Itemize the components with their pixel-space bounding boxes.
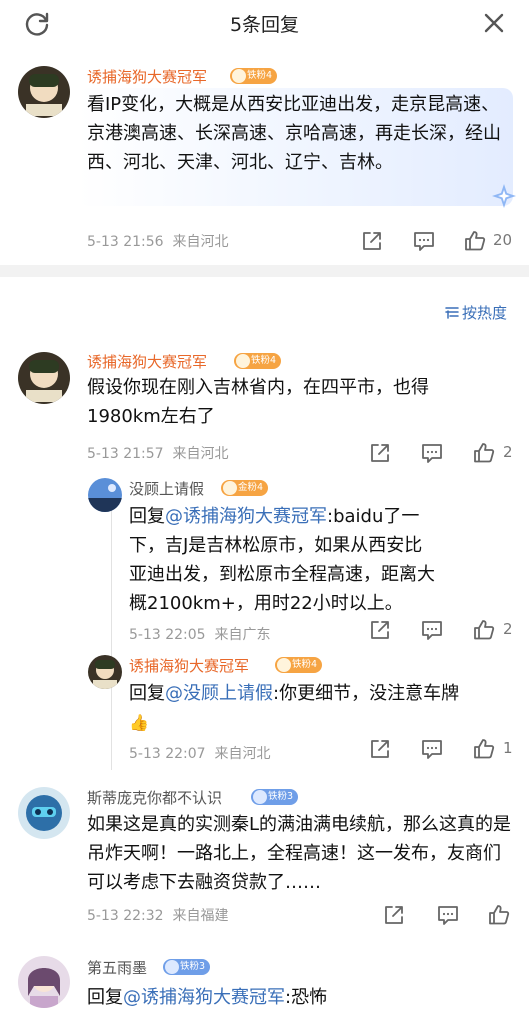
username[interactable]: 诱捕海狗大赛冠军 xyxy=(87,351,207,372)
sparkle-icon xyxy=(492,184,516,208)
avatar[interactable] xyxy=(18,352,70,404)
fan-badge-icon xyxy=(253,790,267,804)
fan-badge-icon xyxy=(236,354,250,368)
thread-line xyxy=(111,480,112,770)
like-count: 1 xyxy=(503,739,513,757)
fan-badge-icon xyxy=(277,658,291,672)
header: 5条回复 xyxy=(0,0,529,48)
comment-text: 假设你现在刚入吉林省内，在四平市，也得1980km左右了 xyxy=(87,377,429,427)
reply-text: 回复@诱捕海狗大赛冠军:baidu了一下，吉J是吉林松原市，如果从西安比亚迪出发… xyxy=(129,506,435,614)
avatar[interactable] xyxy=(18,66,70,118)
share-icon[interactable] xyxy=(368,441,392,465)
comment-icon[interactable] xyxy=(436,903,460,927)
mention-link[interactable]: @诱捕海狗大赛冠军 xyxy=(165,506,327,527)
share-icon[interactable] xyxy=(360,229,384,253)
username[interactable]: 第五雨墨 xyxy=(87,957,147,978)
thumbs-up-emoji: 👍 xyxy=(129,713,149,732)
sort-icon xyxy=(445,307,459,319)
share-icon[interactable] xyxy=(382,903,406,927)
comment-meta: 5-13 22:32 来自福建 xyxy=(87,908,229,924)
reply-text: 回复@诱捕海狗大赛冠军:恐怖 xyxy=(87,987,328,1008)
comment-meta: 5-13 22:05 来自广东 xyxy=(129,627,271,643)
like-icon[interactable] xyxy=(472,737,496,761)
fan-badge: 铁粉4 xyxy=(234,353,282,369)
comment-icon[interactable] xyxy=(420,441,444,465)
username[interactable]: 斯蒂庞克你都不认识 xyxy=(87,787,222,808)
username[interactable]: 诱捕海狗大赛冠军 xyxy=(87,66,207,87)
like-icon[interactable] xyxy=(487,903,511,927)
fan-badge: 铁粉3 xyxy=(251,789,299,805)
like-count: 2 xyxy=(503,443,513,461)
comment-meta: 5-13 21:57 来自河北 xyxy=(87,446,229,462)
like-icon[interactable] xyxy=(463,229,487,253)
comment-icon[interactable] xyxy=(420,737,444,761)
mention-link[interactable]: @诱捕海狗大赛冠军 xyxy=(123,987,285,1008)
comment-meta: 5-13 22:07 来自河北 xyxy=(129,746,271,762)
comment-text: 看IP变化，大概是从西安比亚迪出发，走京昆高速、京港澳高速、长深高速、京哈高速，… xyxy=(87,94,501,173)
avatar[interactable] xyxy=(18,787,70,839)
comment-icon[interactable] xyxy=(420,618,444,642)
fan-badge-icon xyxy=(223,481,237,495)
fan-badge: 铁粉4 xyxy=(275,657,323,673)
fan-badge: 铁粉3 xyxy=(163,959,211,975)
like-icon[interactable] xyxy=(472,618,496,642)
fan-badge: 铁粉4 xyxy=(230,68,278,84)
share-icon[interactable] xyxy=(368,618,392,642)
like-count: 20 xyxy=(493,231,513,249)
username[interactable]: 没顾上请假 xyxy=(129,478,204,499)
comment-text: 如果这是真的实测秦L的满油满电续航，那么这真的是吊炸天啊！一路北上，全程高速！这… xyxy=(87,814,512,893)
share-icon[interactable] xyxy=(368,737,392,761)
like-count: 2 xyxy=(503,620,513,638)
comment-icon[interactable] xyxy=(412,229,436,253)
close-icon[interactable] xyxy=(479,8,509,38)
fan-badge-icon xyxy=(165,960,179,974)
avatar[interactable] xyxy=(18,956,70,1008)
like-icon[interactable] xyxy=(472,441,496,465)
fan-badge-icon xyxy=(232,69,246,83)
comment-meta: 5-13 21:56 来自河北 xyxy=(87,234,229,250)
username[interactable]: 诱捕海狗大赛冠军 xyxy=(129,655,249,676)
reply-text: 回复@没顾上请假:你更细节，没注意车牌 👍 xyxy=(129,683,460,732)
page-title: 5条回复 xyxy=(229,14,300,36)
avatar[interactable] xyxy=(88,655,122,689)
sort-button[interactable]: 按热度 xyxy=(445,302,507,323)
section-divider xyxy=(0,265,529,277)
fan-badge: 金粉4 xyxy=(221,480,269,496)
avatar[interactable] xyxy=(88,478,122,512)
mention-link[interactable]: @没顾上请假 xyxy=(165,683,273,704)
